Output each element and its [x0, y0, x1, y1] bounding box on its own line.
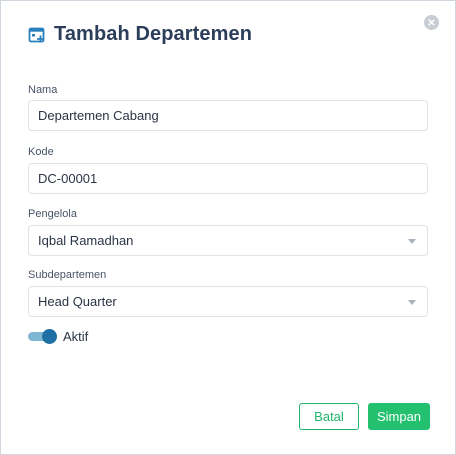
manager-label: Pengelola — [28, 208, 77, 220]
toggle-knob — [42, 329, 57, 344]
manager-select[interactable]: Iqbal Ramadhan — [28, 225, 428, 256]
close-icon[interactable] — [424, 15, 439, 30]
chevron-down-icon — [408, 239, 416, 244]
cancel-button[interactable]: Batal — [299, 403, 359, 430]
code-input[interactable] — [38, 171, 418, 186]
code-field[interactable] — [28, 163, 428, 194]
subdepartment-select[interactable]: Head Quarter — [28, 286, 428, 317]
dialog-header: Tambah Departemen — [28, 23, 252, 46]
active-toggle-row: Aktif — [28, 329, 88, 344]
name-field[interactable] — [28, 100, 428, 131]
active-toggle-label: Aktif — [63, 329, 89, 344]
chevron-down-icon — [408, 300, 416, 305]
add-department-dialog: Tambah Departemen Nama Kode Pengelola Iq… — [0, 0, 456, 455]
code-label: Kode — [28, 146, 54, 158]
active-toggle[interactable] — [28, 329, 57, 344]
manager-select-value: Iqbal Ramadhan — [38, 233, 134, 248]
dialog-title: Tambah Departemen — [54, 23, 253, 45]
name-label: Nama — [28, 84, 58, 96]
name-input[interactable] — [38, 108, 418, 123]
calendar-add-icon — [28, 26, 46, 44]
save-button[interactable]: Simpan — [368, 403, 430, 430]
subdepartment-select-value: Head Quarter — [38, 294, 117, 309]
subdepartment-label: Subdepartemen — [28, 269, 107, 281]
